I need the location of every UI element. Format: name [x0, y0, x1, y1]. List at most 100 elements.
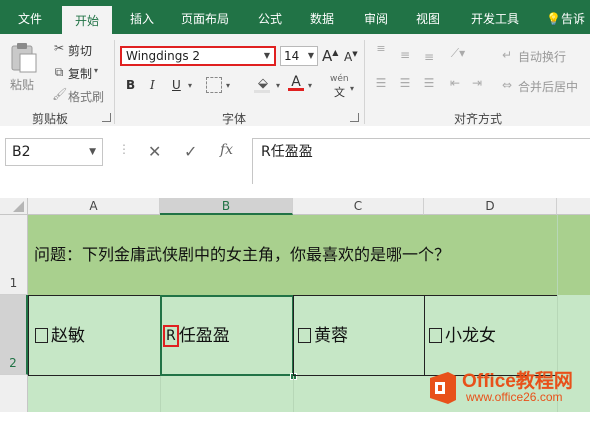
chevron-down-icon[interactable]: ▾ — [226, 81, 230, 90]
phonetic-guide-label: 文 — [334, 86, 345, 99]
chevron-down-icon[interactable]: ▾ — [308, 81, 312, 90]
decrease-indent-icon[interactable]: ⇤ — [446, 76, 464, 90]
office-tutorial-watermark: Office教程网 www.office26.com — [424, 364, 590, 408]
column-header-d[interactable]: D — [424, 198, 557, 215]
font-color-button[interactable]: A — [288, 74, 304, 91]
font-color-label: A — [291, 74, 301, 90]
copy-dropdown-icon[interactable]: ▾ — [94, 66, 98, 75]
scissors-icon: ✂ — [53, 41, 65, 55]
tab-file[interactable]: 文件 — [8, 0, 52, 34]
empty-checkbox-icon — [35, 328, 48, 343]
ribbon-tab-bar: 文件 开始 插入 页面布局 公式 数据 审阅 视图 开发工具 💡告诉 — [0, 0, 590, 34]
tab-page-layout[interactable]: 页面布局 — [172, 0, 238, 34]
align-bottom-icon[interactable]: ≡ — [420, 50, 438, 64]
align-middle-icon[interactable]: ≡ — [396, 48, 414, 62]
format-painter-icon: 🖌 — [52, 87, 68, 101]
row-header-1[interactable]: 1 — [0, 215, 28, 295]
formula-bar-buttons: ✕ ✓ fx — [138, 138, 248, 166]
bold-button[interactable]: B — [126, 78, 135, 92]
font-group-label: 字体 — [222, 112, 247, 126]
tab-insert[interactable]: 插入 — [120, 0, 164, 34]
tab-view[interactable]: 视图 — [406, 0, 450, 34]
group-separator — [364, 40, 365, 124]
chevron-down-icon: ▼ — [263, 51, 270, 60]
group-separator — [114, 40, 115, 124]
row-header-2[interactable]: 2 — [0, 295, 28, 375]
paint-bucket-icon: ⬙ — [258, 76, 268, 91]
phonetic-guide-icon[interactable]: wén — [330, 74, 349, 84]
tab-data[interactable]: 数据 — [300, 0, 344, 34]
cell-a2[interactable]: 赵敏 — [28, 295, 161, 376]
formula-input[interactable]: R任盈盈 — [252, 138, 590, 186]
increase-indent-icon[interactable]: ⇥ — [468, 76, 486, 90]
empty-checkbox-icon — [429, 328, 442, 343]
formula-bar: B2 ▼ ⋮ ✕ ✓ fx R任盈盈 — [0, 126, 590, 186]
watermark-brand: Office教程网 — [462, 371, 573, 392]
font-name-value: Wingdings 2 — [126, 49, 201, 63]
column-header-c[interactable]: C — [293, 198, 424, 215]
name-box-value: B2 — [12, 144, 31, 160]
cell-b2-selected[interactable]: R 任盈盈 — [160, 295, 294, 376]
option-name: 赵敏 — [51, 326, 85, 346]
lightbulb-icon: 💡 — [546, 12, 561, 26]
select-all-corner[interactable] — [0, 198, 28, 215]
borders-icon[interactable] — [206, 77, 222, 93]
fill-color-button[interactable]: ⬙ — [254, 76, 272, 93]
clipboard-launcher-icon[interactable] — [102, 113, 111, 122]
copy-icon: ⧉ — [54, 65, 64, 79]
align-left-icon[interactable]: ☰ — [372, 76, 390, 90]
chevron-down-icon[interactable]: ▾ — [188, 81, 192, 90]
align-right-icon[interactable]: ☰ — [420, 76, 438, 90]
tab-home[interactable]: 开始 — [62, 6, 112, 34]
enter-icon[interactable]: ✓ — [184, 142, 197, 161]
font-name-combobox[interactable]: Wingdings 2 ▼ — [120, 46, 276, 66]
select-all-triangle-icon — [13, 201, 24, 212]
ribbon-home: 粘贴 ✂ 剪切 ⧉ 复制 ▾ 🖌 格式刷 剪贴板 Wingdings 2 ▼ 1… — [0, 34, 590, 127]
copy-button[interactable]: 复制 — [68, 65, 92, 82]
italic-button[interactable]: I — [150, 78, 155, 92]
column-header-b[interactable]: B — [160, 198, 293, 215]
cancel-icon[interactable]: ✕ — [148, 142, 161, 161]
formula-bar-grip-icon: ⋮ — [118, 142, 130, 156]
shrink-font-icon[interactable]: A▼ — [344, 50, 358, 64]
row-header-3[interactable] — [0, 375, 28, 412]
cell-c2[interactable]: 黄蓉 — [293, 295, 425, 376]
column-header-e[interactable] — [557, 198, 590, 215]
name-box[interactable]: B2 ▼ — [5, 138, 103, 166]
tab-developer[interactable]: 开发工具 — [462, 0, 528, 34]
column-header-a[interactable]: A — [28, 198, 160, 215]
merge-center-button[interactable]: 合并后居中 — [518, 78, 578, 95]
chevron-down-icon[interactable]: ▾ — [276, 81, 280, 90]
tab-review[interactable]: 审阅 — [354, 0, 398, 34]
insert-function-icon[interactable]: fx — [220, 142, 233, 158]
clipboard-icon — [11, 43, 37, 73]
gridline — [160, 376, 161, 412]
clipboard-group-label: 剪贴板 — [32, 112, 69, 126]
chevron-down-icon: ▼ — [89, 147, 96, 157]
tell-me-label: 告诉 — [560, 12, 585, 26]
watermark-url: www.office26.com — [466, 390, 563, 404]
align-top-icon[interactable]: ≡ — [372, 43, 390, 54]
grow-font-icon[interactable]: A▲ — [322, 47, 338, 65]
row1-extra-fill — [557, 215, 590, 295]
font-launcher-icon[interactable] — [350, 113, 359, 122]
font-size-value: 14 — [284, 49, 300, 63]
chevron-down-icon: ▼ — [307, 51, 314, 60]
option-name: 黄蓉 — [314, 326, 348, 346]
wrap-text-icon: ↵ — [501, 48, 513, 62]
align-center-icon[interactable]: ☰ — [396, 76, 414, 90]
paste-button[interactable] — [8, 40, 38, 73]
orientation-icon[interactable]: ⟋▾ — [448, 46, 468, 61]
question-cell[interactable]: 问题：下列金庸武侠剧中的女主角，你最喜欢的是哪一个？ — [28, 215, 557, 295]
font-size-combobox[interactable]: 14 ▼ — [280, 46, 318, 66]
format-painter-button[interactable]: 格式刷 — [68, 88, 104, 105]
office-logo-icon — [430, 372, 456, 404]
underline-button[interactable]: U — [172, 78, 181, 92]
cut-button[interactable]: 剪切 — [68, 42, 92, 59]
chevron-down-icon[interactable]: ▾ — [350, 84, 354, 93]
tab-formulas[interactable]: 公式 — [248, 0, 292, 34]
wrap-text-button[interactable]: 自动换行 — [518, 48, 566, 65]
option-name: 任盈盈 — [178, 326, 230, 346]
merge-icon: ⇔ — [501, 78, 513, 92]
tell-me-box[interactable]: 💡告诉 — [546, 0, 590, 34]
